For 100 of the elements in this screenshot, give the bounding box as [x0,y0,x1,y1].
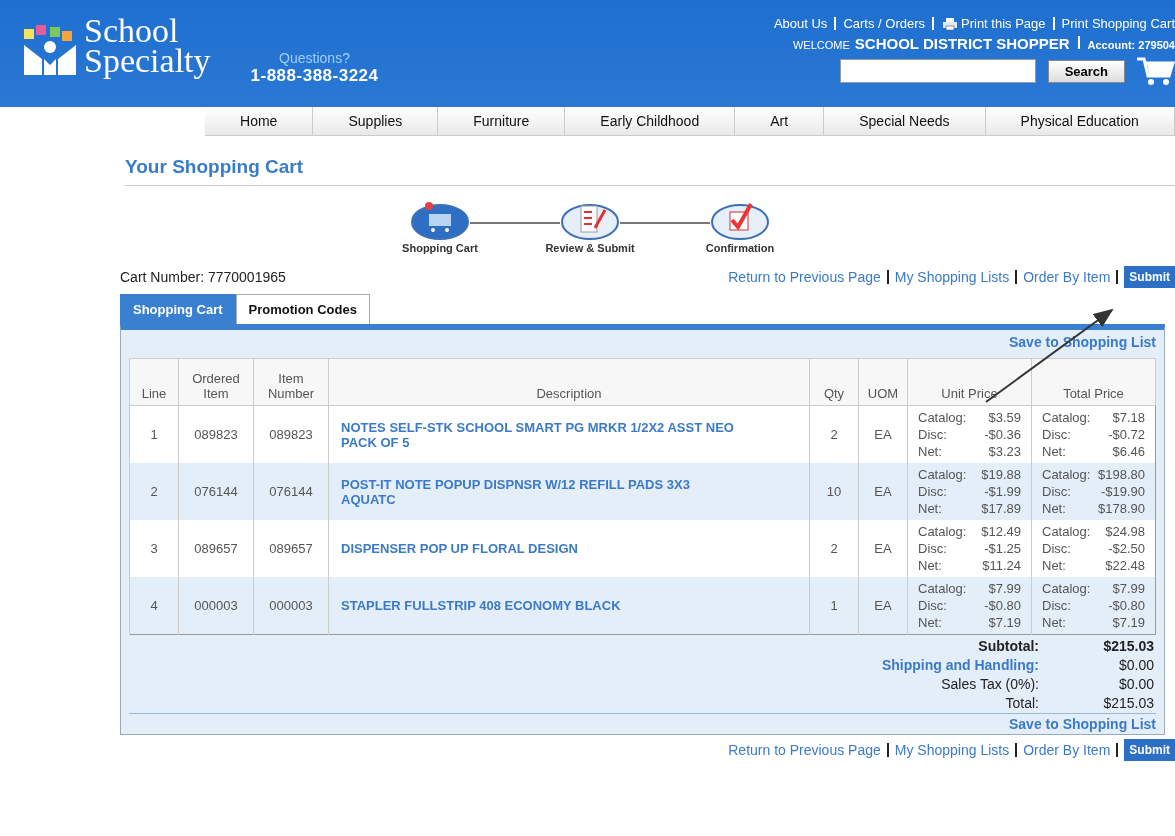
price-value: -$1.25 [984,540,1021,557]
column-header: Item Number [253,358,329,406]
header-link[interactable]: Print Shopping Cart [1061,16,1175,31]
action-link[interactable]: Order By Item [1023,742,1111,758]
action-link[interactable]: Return to Previous Page [728,269,881,285]
table-cell: 4 [129,577,179,635]
table-cell: 2 [129,463,179,520]
nav-link[interactable]: Home [205,107,314,135]
price-label: Catalog: [918,409,967,426]
price-value: $19.88 [981,466,1021,483]
account-number: Account: 279504 [1087,39,1175,51]
price-label: Disc: [1042,483,1071,500]
price-value: -$19.90 [1100,483,1145,500]
cart-icon[interactable] [1137,56,1175,86]
table-cell: 000003 [178,577,254,635]
price-value: $11.24 [982,557,1021,574]
save-to-list-link[interactable]: Save to Shopping List [1009,716,1156,732]
price-label: Catalog: [1042,523,1091,540]
tab[interactable]: Promotion Codes [235,294,370,324]
search-button[interactable]: Search [1047,59,1125,83]
column-header: Unit Price [907,358,1032,406]
item-description-link[interactable]: NOTES SELF-STK SCHOOL SMART PG MRKR 1/2X2 ASST NEO PACK OF 5 [341,419,741,450]
price-label: Disc: [1042,426,1071,443]
price-label: Catalog: [918,580,967,597]
price-label: Catalog: [1042,409,1091,426]
submit-button[interactable]: Submit [1124,739,1175,761]
price-label: Catalog: [1042,466,1091,483]
price-label: Disc: [1042,597,1071,614]
price-label: Net: [1042,557,1066,574]
cart-number: Cart Number: 7770001965 [120,269,286,285]
price-value: $7.19 [988,614,1021,631]
price-value: $12.49 [981,523,1021,540]
table-cell: 000003 [253,577,329,635]
column-header: Line [129,358,179,406]
price-value: -$0.72 [1108,426,1145,443]
price-value: $22.48 [1105,557,1145,574]
summary-value: $215.03 [1102,694,1155,713]
price-value: -$0.80 [984,597,1021,614]
nav-link[interactable]: Special Needs [824,107,986,135]
summary-label: Subtotal: [978,637,1039,656]
submit-button[interactable]: Submit [1124,266,1175,288]
price-label: Disc: [1042,540,1071,557]
column-header: UOM [858,358,908,406]
summary-label: Total: [1005,694,1039,713]
nav-link[interactable]: Art [735,107,825,135]
item-description-link[interactable]: DISPENSER POP UP FLORAL DESIGN [341,541,741,556]
table-cell: EA [858,463,908,520]
column-header: Total Price [1031,358,1156,406]
column-header: Description [328,358,810,406]
price-value: $7.19 [1112,614,1145,631]
price-label: Catalog: [1042,580,1091,597]
summary-value: $0.00 [1117,656,1155,675]
header-link[interactable]: Print this Page [961,16,1046,31]
page-title: Your Shopping Cart [125,156,1175,186]
welcome-label: WELCOME [792,39,850,51]
table-cell: 1 [809,577,859,635]
summary-label: Sales Tax (0%): [941,675,1039,694]
column-header: Qty [809,358,859,406]
price-value: $17.89 [981,500,1021,517]
action-link[interactable]: My Shopping Lists [894,742,1010,758]
price-value: -$2.50 [1108,540,1145,557]
price-label: Net: [1042,500,1066,517]
summary-link[interactable]: Shipping and Handling: [881,656,1039,675]
price-value: $6.46 [1112,443,1145,460]
price-label: Disc: [918,540,947,557]
action-link[interactable]: My Shopping Lists [894,269,1010,285]
price-label: Disc: [918,426,947,443]
price-value: $178.90 [1098,500,1145,517]
summary-value: $215.03 [1102,637,1155,656]
action-link[interactable]: Order By Item [1023,269,1111,285]
step-label: Review & Submit [545,242,635,254]
price-value: -$0.80 [1108,597,1145,614]
price-value: $3.59 [988,409,1021,426]
price-value: $7.99 [988,580,1021,597]
action-link[interactable]: Return to Previous Page [728,742,881,758]
price-value: $24.98 [1105,523,1145,540]
tab[interactable]: Shopping Cart [120,294,236,324]
price-value: $7.99 [1112,580,1145,597]
price-value: -$0.36 [984,426,1021,443]
printer-icon[interactable] [943,17,957,30]
price-value: $198.80 [1098,466,1145,483]
header-link[interactable]: Carts / Orders [843,16,925,31]
step-label: Confirmation [705,242,775,254]
user-name: SCHOOL DISTRICT SHOPPER [854,35,1070,52]
nav-link[interactable]: Furniture [438,107,566,135]
phone-number: 1-888-388-3224 [250,66,379,86]
price-label: Net: [918,443,942,460]
price-label: Net: [1042,614,1066,631]
price-label: Catalog: [918,466,967,483]
table-cell: 076144 [178,463,254,520]
nav-link[interactable]: Supplies [313,107,439,135]
nav-link[interactable]: Physical Education [985,107,1175,135]
header-link[interactable]: About Us [773,16,828,31]
table-cell: 076144 [253,463,329,520]
price-value: $7.18 [1112,409,1145,426]
table-cell: 10 [809,463,859,520]
search-field[interactable] [839,59,1036,83]
price-value: $3.23 [988,443,1021,460]
price-label: Net: [918,557,942,574]
nav-link[interactable]: Early Childhood [565,107,736,135]
